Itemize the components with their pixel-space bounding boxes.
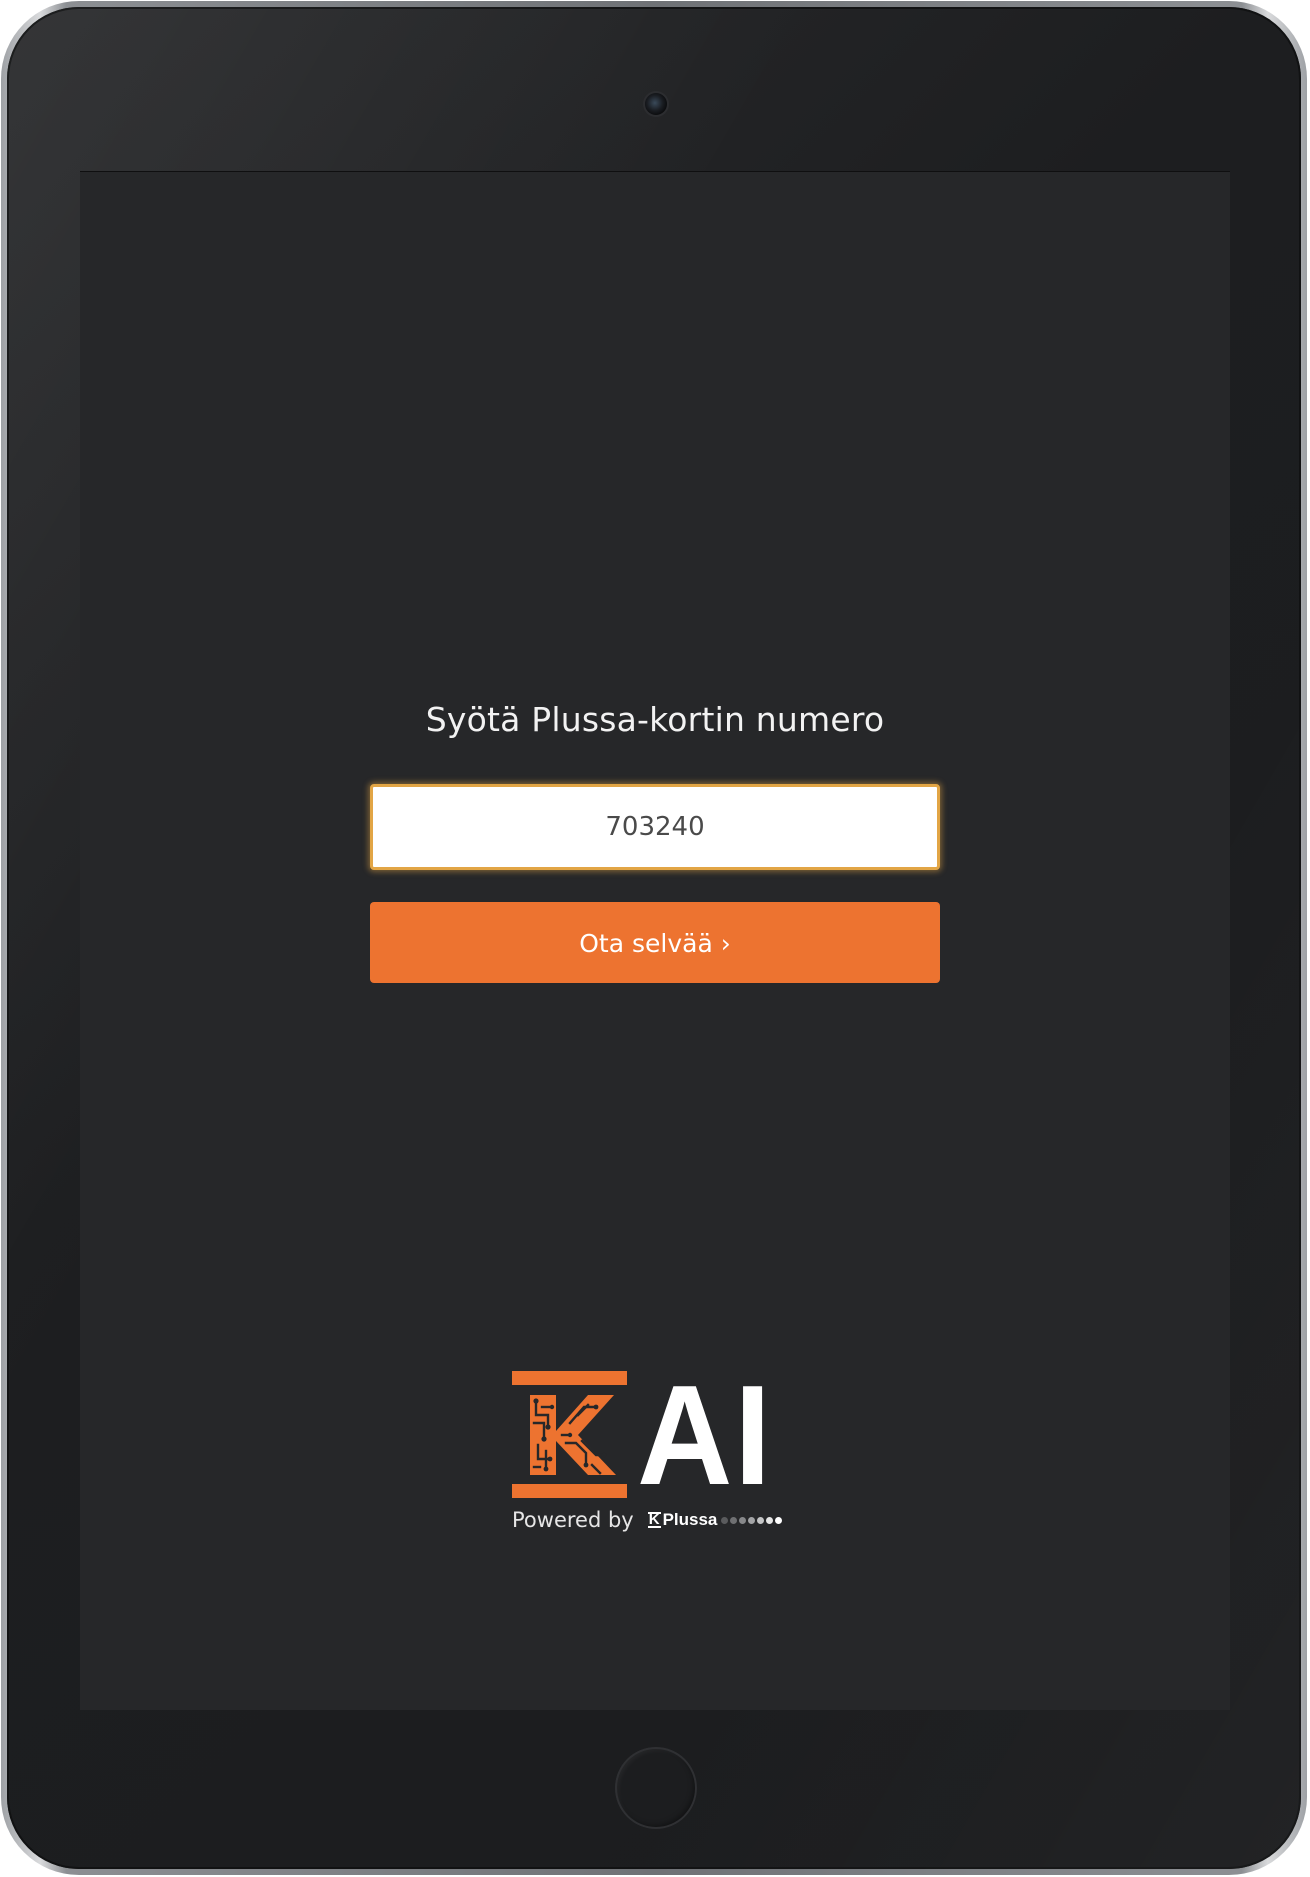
- powered-by-row: Powered by K Plussa: [512, 1505, 783, 1535]
- kplussa-k-mark: K: [647, 1511, 661, 1528]
- kplussa-logo: K Plussa: [647, 1510, 783, 1530]
- card-number-input[interactable]: [370, 784, 940, 870]
- camera-icon: [645, 93, 667, 115]
- kplussa-dots-icon: [721, 1516, 783, 1524]
- submit-button[interactable]: Ota selvää ›: [370, 902, 940, 983]
- k-logo-icon: [530, 1395, 616, 1475]
- logo-bar-bottom: [512, 1484, 627, 1498]
- app-screen: Syötä Plussa-kortin numero Ota selvää ›: [80, 171, 1230, 1710]
- home-button-icon[interactable]: [615, 1747, 697, 1829]
- logo-ai-text: AI: [637, 1356, 773, 1515]
- powered-by-label: Powered by: [512, 1508, 634, 1532]
- tablet-frame: Syötä Plussa-kortin numero Ota selvää ›: [1, 1, 1307, 1875]
- logo-bar-top: [512, 1371, 627, 1385]
- card-number-prompt: Syötä Plussa-kortin numero: [425, 700, 885, 739]
- kai-logo: AI Powered by K Plussa: [512, 1365, 783, 1532]
- kplussa-name: Plussa: [662, 1510, 718, 1529]
